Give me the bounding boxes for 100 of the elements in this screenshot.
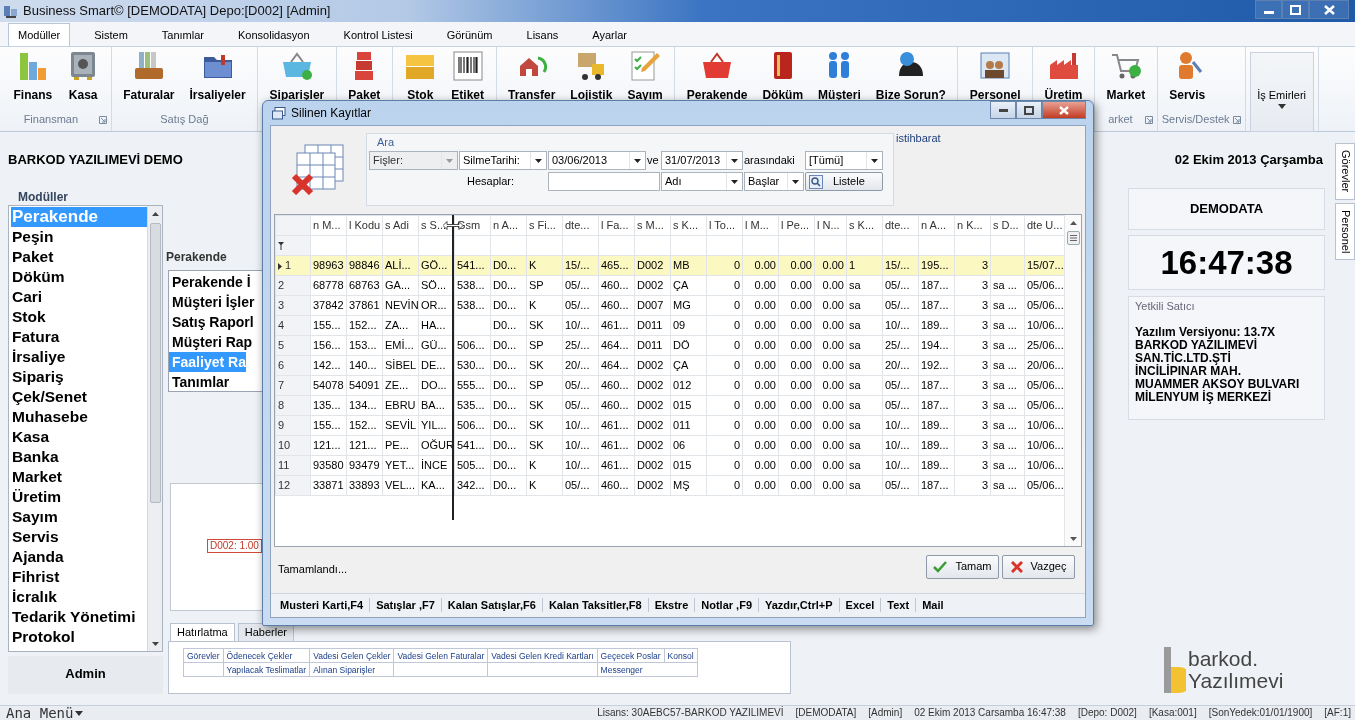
module-item[interactable]: Banka [11, 447, 147, 467]
dialog-launcher-icon[interactable] [98, 116, 107, 124]
row-header[interactable]: 7 [275, 375, 311, 396]
cancel-button[interactable]: Vazgeç [1002, 555, 1075, 579]
module-item[interactable]: Kasa [11, 427, 147, 447]
reminder-link[interactable]: Vadesi Gelen Çekler [309, 648, 394, 663]
row-header[interactable]: 8 [275, 395, 311, 416]
scrollbar-thumb[interactable] [1066, 231, 1080, 245]
dropdown-field[interactable]: [Tümü] [805, 151, 883, 170]
ribbon-tab[interactable]: Ayarlar [575, 23, 644, 46]
reminder-link[interactable]: Vadesi Gelen Faturalar [393, 648, 488, 663]
row-header[interactable]: 9 [275, 415, 311, 436]
ribbon-tab[interactable]: Modüller [8, 23, 71, 46]
reminder-link[interactable]: Konsol [664, 648, 698, 663]
dialog-launcher-icon[interactable] [1232, 116, 1241, 124]
column-header[interactable]: s K... [670, 215, 707, 236]
ribbon-tab[interactable]: Lisans [509, 23, 576, 46]
ribbon-tab[interactable]: Kontrol Listesi [326, 23, 430, 46]
ribbon-button[interactable]: Müşteri [810, 50, 869, 103]
toolbar-link[interactable]: Ekstre [648, 597, 696, 612]
dialog-launcher-icon[interactable] [1144, 116, 1153, 124]
ribbon-button[interactable]: Lojistik [562, 50, 620, 103]
module-item[interactable]: İcralık [11, 587, 147, 607]
module-item[interactable]: Cari [11, 287, 147, 307]
row-header[interactable]: 11 [275, 455, 311, 476]
column-header[interactable]: n M... [310, 215, 347, 236]
row-header[interactable]: 1 [275, 255, 311, 276]
restore-button[interactable] [1282, 0, 1309, 19]
toolbar-link[interactable]: Musteri Karti,F4 [274, 597, 371, 612]
ok-button[interactable]: Tamam [926, 555, 999, 579]
column-header[interactable]: l N... [814, 215, 847, 236]
ribbon-tab[interactable]: Görünüm [429, 23, 510, 46]
dropdown-field[interactable]: 03/06/2013 [548, 151, 646, 170]
column-header[interactable]: l Pe... [778, 215, 815, 236]
main-menu-button[interactable]: Ana Menü [0, 703, 90, 720]
close-button[interactable] [1042, 101, 1086, 119]
module-item[interactable]: Tedarik Yönetimi [11, 607, 147, 627]
reminder-link[interactable]: Alınan Siparişler [309, 662, 394, 677]
module-item[interactable]: Peşin [11, 227, 147, 247]
row-header[interactable]: 4 [275, 315, 311, 336]
ribbon-button[interactable]: Üretim [1037, 50, 1091, 103]
reminder-link[interactable]: Geçecek Poslar [597, 648, 665, 663]
menu-item[interactable]: Tanımlar [169, 372, 230, 392]
toolbar-link[interactable]: Notlar ,F9 [695, 597, 759, 612]
column-header[interactable]: n K... [954, 215, 991, 236]
column-header[interactable]: s Fi... [526, 215, 563, 236]
row-header[interactable]: 2 [275, 275, 311, 296]
toolbar-link[interactable]: Kalan Taksitler,F8 [542, 597, 649, 612]
ribbon-button[interactable]: Paket [340, 50, 388, 103]
minimize-button[interactable] [1255, 0, 1282, 19]
menu-item[interactable]: Perakende İ [169, 272, 251, 292]
minimize-button[interactable] [990, 101, 1016, 119]
column-header[interactable]: l Fa... [598, 215, 635, 236]
module-item[interactable]: Servis [11, 527, 147, 547]
reminder-link[interactable]: Messenger [597, 662, 698, 677]
dropdown-field[interactable]: Başlar [744, 172, 804, 191]
column-header[interactable]: dte U... [1024, 215, 1064, 236]
module-item[interactable]: Sipariş [11, 367, 147, 387]
ribbon-tab[interactable]: Konsolidasyon [221, 23, 327, 46]
column-header[interactable]: n A... [918, 215, 955, 236]
menu-item[interactable]: Müşteri Rap [169, 332, 253, 352]
column-header[interactable]: dte... [562, 215, 599, 236]
column-header[interactable]: dte... [882, 215, 919, 236]
column-header[interactable]: s Adi [382, 215, 419, 236]
side-tab[interactable]: Personel [1335, 203, 1355, 260]
menu-item[interactable]: Satış Raporl [169, 312, 254, 332]
ribbon-button[interactable]: Faturalar [115, 50, 183, 103]
reminder-link[interactable]: Yapılacak Teslimatlar [223, 662, 310, 677]
module-item[interactable]: Protokol [11, 627, 147, 647]
ribbon-tab[interactable]: Tanımlar [144, 23, 221, 46]
row-header[interactable]: 10 [275, 435, 311, 456]
column-header[interactable]: s M... [634, 215, 671, 236]
column-header[interactable]: l To... [706, 215, 743, 236]
row-header[interactable]: 3 [275, 295, 311, 316]
dropdown-field[interactable]: Adı [661, 172, 743, 191]
reminder-link[interactable]: Görevler [183, 648, 224, 663]
toolbar-link[interactable]: Mail [916, 597, 950, 612]
ribbon-button[interactable]: Finans [6, 50, 60, 103]
restore-button[interactable] [1016, 101, 1042, 119]
column-header[interactable]: s D... [990, 215, 1025, 236]
close-button[interactable] [1309, 0, 1349, 19]
row-header[interactable]: 6 [275, 355, 311, 376]
ribbon-button[interactable]: Siparişler [262, 50, 332, 103]
module-item[interactable]: Fihrist [11, 567, 147, 587]
module-item[interactable]: Stok [11, 307, 147, 327]
ribbon-button[interactable]: Bize Sorun? [868, 50, 954, 103]
toolbar-link[interactable]: Kalan Satışlar,F6 [441, 597, 543, 612]
toolbar-link[interactable]: Yazdır,Ctrl+P [759, 597, 840, 612]
ribbon-tab[interactable]: Sistem [77, 23, 145, 46]
module-item[interactable]: Üretim [11, 487, 147, 507]
row-header[interactable]: 12 [275, 475, 311, 496]
ribbon-button[interactable]: Stok [396, 50, 444, 103]
ribbon-button[interactable]: Servis [1161, 50, 1213, 103]
column-header[interactable]: n A... [490, 215, 527, 236]
column-header[interactable]: l Kodu [346, 215, 383, 236]
module-item[interactable]: Fatura [11, 327, 147, 347]
reminder-link[interactable]: Ödenecek Çekler [223, 648, 310, 663]
ribbon-button[interactable]: Sayım [619, 50, 671, 103]
module-item[interactable]: Paket [11, 247, 147, 267]
dropdown-field[interactable]: SilmeTarihi: [459, 151, 547, 170]
